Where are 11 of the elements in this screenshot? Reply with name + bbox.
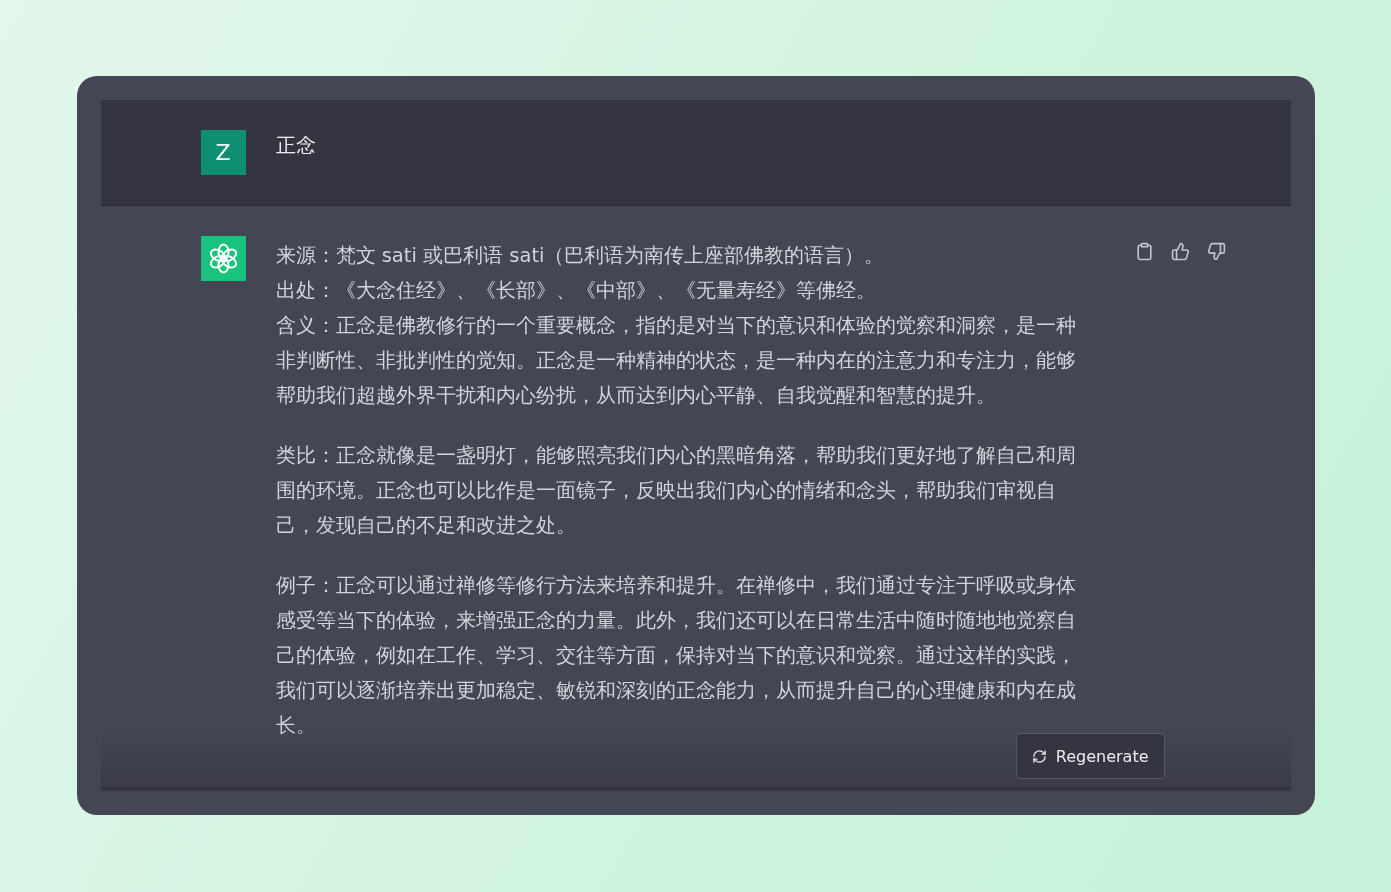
response-text: 来源：梵文 sati 或巴利语 sati（巴利语为南传上座部佛教的语言）。	[275, 243, 886, 269]
response-text: 含义：正念是佛教修行的一个重要概念，指的是对当下的意识和体验的觉察和洞察，是一种非判断性、非批判性的觉知。正念是一种精神的状态，是一种内在的注意力和专注力，能够帮助我们超越外界干扰和内心纷扰，从而达到内心平静、自我觉醒和智慧的提升。	[275, 313, 1077, 409]
refresh-icon	[1031, 748, 1047, 764]
regenerate-button[interactable]: Regenerate	[1015, 733, 1165, 779]
user-message: 正念	[275, 132, 316, 159]
thumbs-down-icon[interactable]	[1205, 240, 1228, 262]
response-text: 类比：正念就像是一盏明灯，能够照亮我们内心的黑暗角落，帮助我们更好地了解自己和周围的环境。正念也可以比作是一面镜子，反映出我们内心的情绪和念头，帮助我们审视自己，发现自己的不足和改进之处。	[275, 443, 1077, 539]
user-avatar: Z	[200, 130, 246, 175]
thumbs-up-icon[interactable]	[1169, 240, 1192, 262]
response-text: 出处：《大念住经》、《长部》、《中部》、《无量寿经》等佛经。	[275, 278, 877, 304]
assistant-avatar-icon	[200, 236, 246, 281]
